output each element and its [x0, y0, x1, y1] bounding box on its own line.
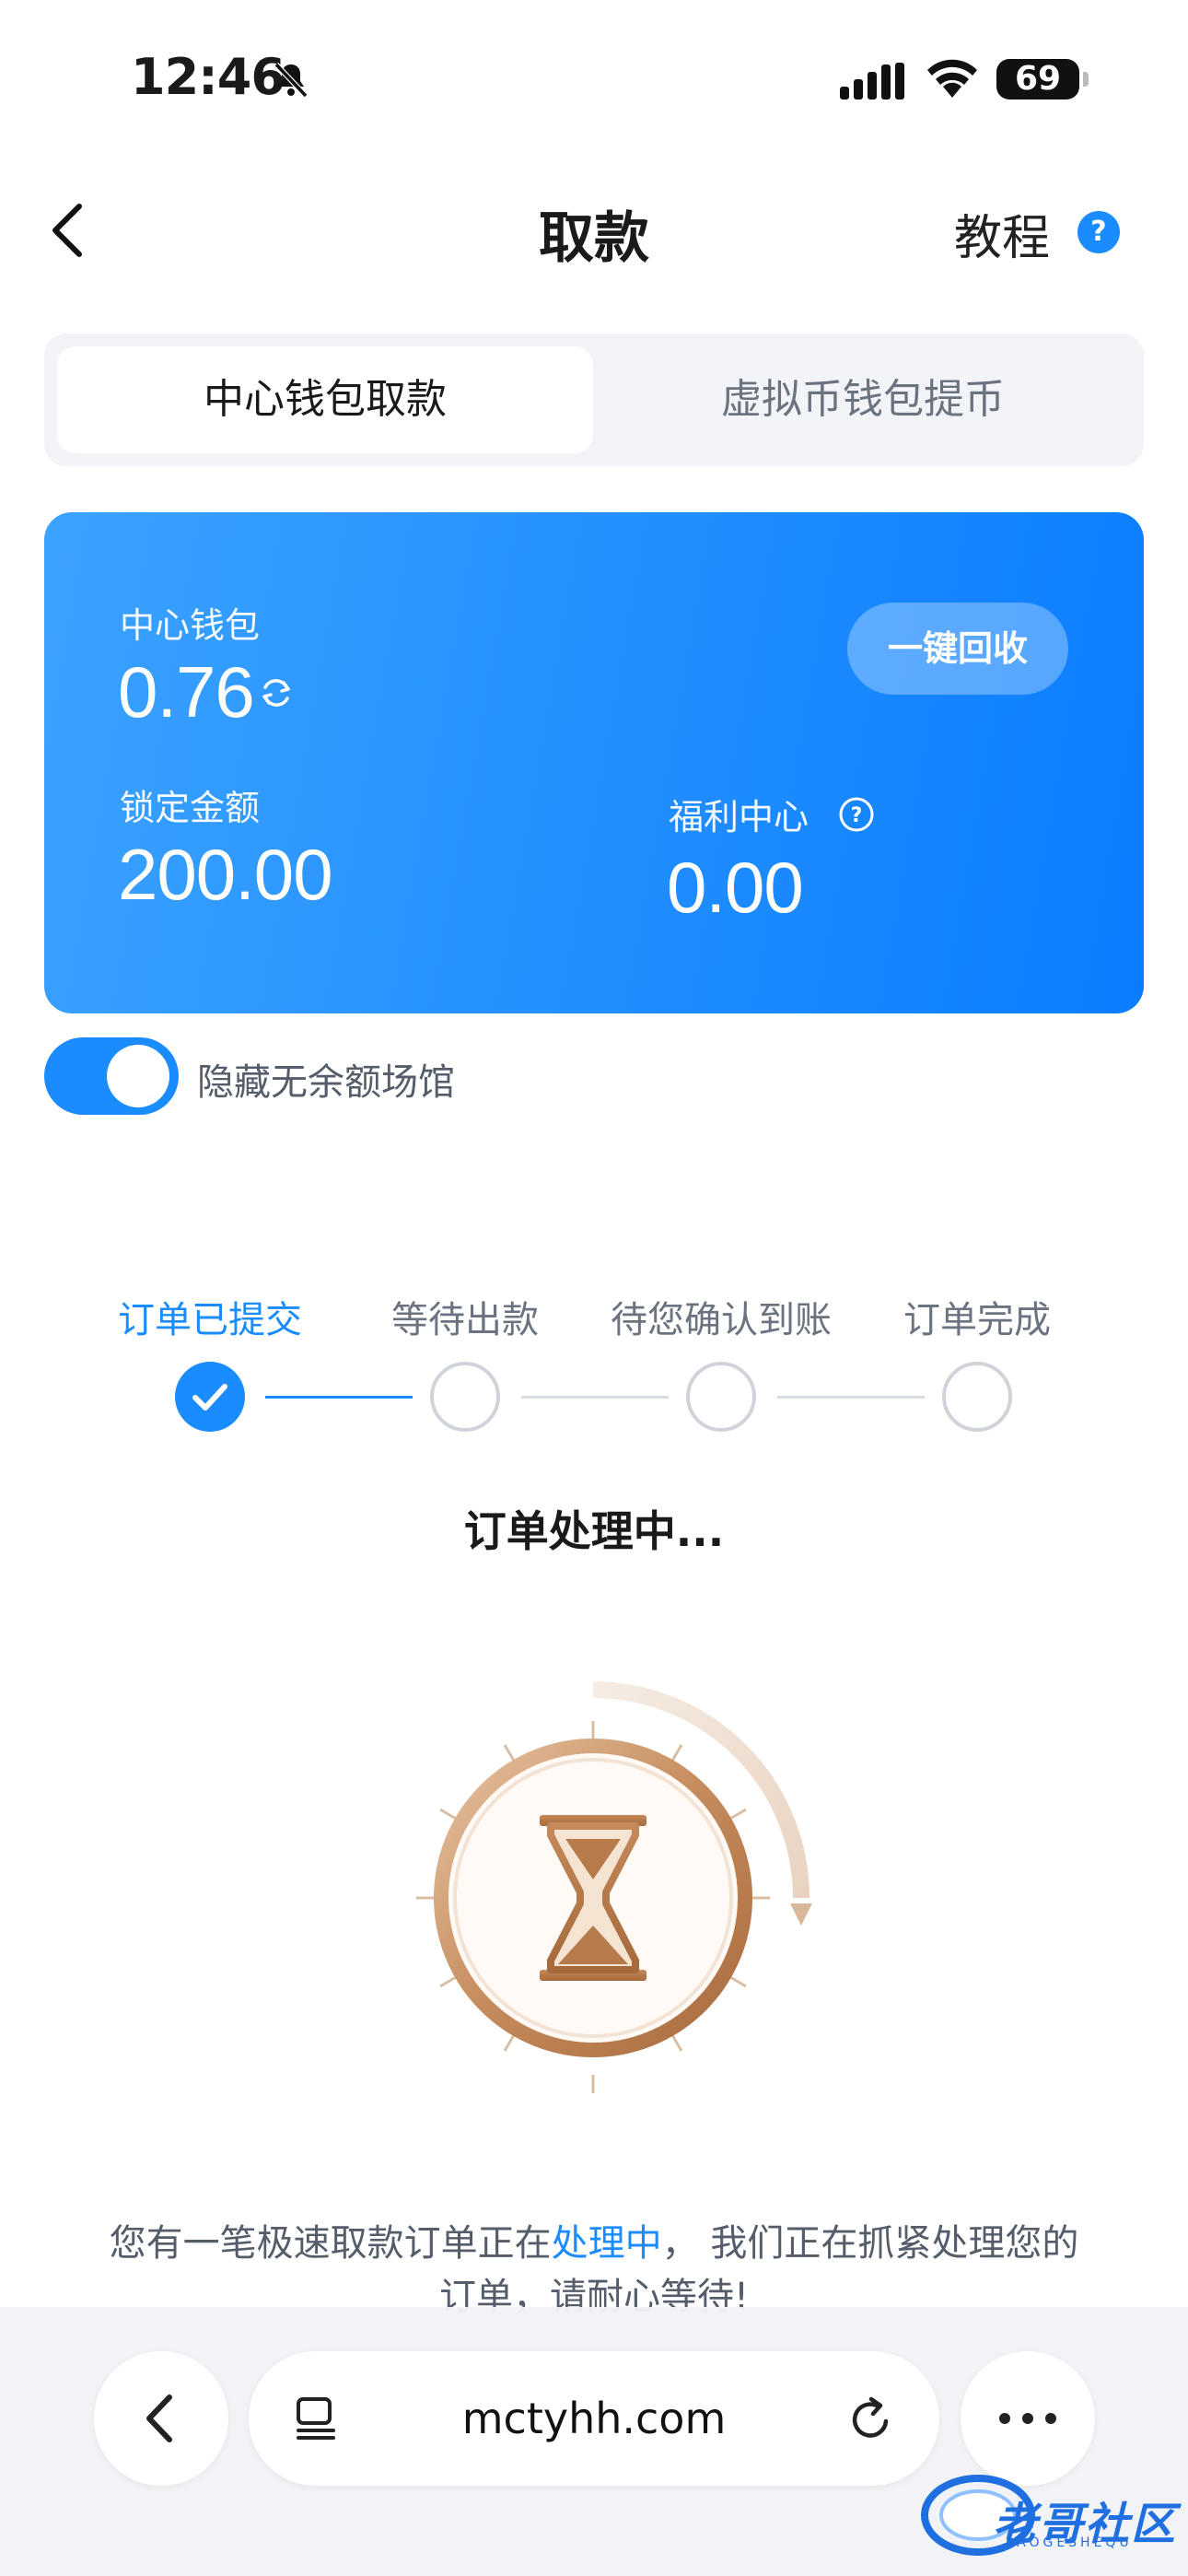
step-connector-1 [265, 1396, 413, 1399]
step-label-completed: 订单完成 [903, 1299, 1051, 1341]
back-arrow-icon [146, 2395, 172, 2442]
withdraw-type-tabs: 中心钱包取款 虚拟币钱包提币 [44, 334, 1144, 466]
welfare-center-label: 福利中心 [669, 797, 809, 837]
center-wallet-balance: 0.76 [118, 651, 255, 732]
one-click-recycle-button[interactable]: 一键回收 [847, 603, 1068, 695]
bell-muted-icon [274, 62, 309, 99]
step-circle-confirm-receipt [686, 1362, 756, 1432]
reload-icon[interactable] [845, 2394, 897, 2445]
wifi-icon [927, 59, 977, 98]
step-connector-3 [777, 1396, 925, 1399]
center-wallet-label: 中心钱包 [120, 605, 261, 646]
wallet-card: 中心钱包 0.76 一键回收 锁定金额 200.00 福利中心 ? 0.00 [44, 512, 1144, 1013]
battery-cap [1083, 72, 1089, 87]
toggle-knob [107, 1045, 169, 1107]
hourglass-icon [416, 1681, 812, 2093]
step-circle-awaiting-payout [430, 1362, 500, 1432]
processing-title: 订单处理中... [463, 1506, 725, 1556]
step-label-submitted: 订单已提交 [118, 1299, 302, 1341]
step-circle-completed [942, 1362, 1012, 1432]
notice-highlight: 处理中 [551, 2222, 662, 2265]
tab-center-wallet-withdraw[interactable]: 中心钱包取款 [57, 346, 593, 453]
step-connector-2 [521, 1396, 669, 1399]
welfare-center-value: 0.00 [667, 847, 804, 928]
step-circle-submitted [175, 1362, 245, 1432]
svg-text:?: ? [851, 804, 863, 827]
locked-amount-label: 锁定金额 [120, 788, 261, 828]
battery-indicator: 69 [996, 59, 1079, 100]
address-bar[interactable]: mctyhh.com [249, 2351, 939, 2486]
browser-back-button[interactable] [94, 2351, 228, 2486]
step-label-confirm-receipt: 待您确认到账 [611, 1299, 832, 1341]
hide-empty-venues-label: 隐藏无余额场馆 [197, 1061, 455, 1104]
step-label-awaiting-payout: 等待出款 [391, 1299, 539, 1341]
status-time: 12:46 [131, 48, 285, 106]
cellular-signal-icon [840, 63, 904, 100]
tutorial-link[interactable]: 教程 [954, 199, 1050, 268]
notice-prefix: 您有一笔极速取款订单正在 [109, 2222, 552, 2265]
hide-empty-venues-toggle[interactable] [44, 1037, 179, 1115]
help-icon[interactable]: ? [1077, 211, 1120, 253]
locked-amount-value: 200.00 [118, 834, 333, 915]
watermark-subtext: LAOGESHEQU [1006, 2535, 1133, 2550]
refresh-icon[interactable] [258, 674, 295, 711]
question-circle-icon[interactable]: ? [838, 796, 875, 833]
status-bar: 12:46 69 [0, 0, 1188, 157]
tab-crypto-wallet-withdraw[interactable]: 虚拟币钱包提币 [595, 346, 1131, 453]
check-icon [192, 1384, 227, 1411]
url-text: mctyhh.com [461, 2394, 727, 2443]
